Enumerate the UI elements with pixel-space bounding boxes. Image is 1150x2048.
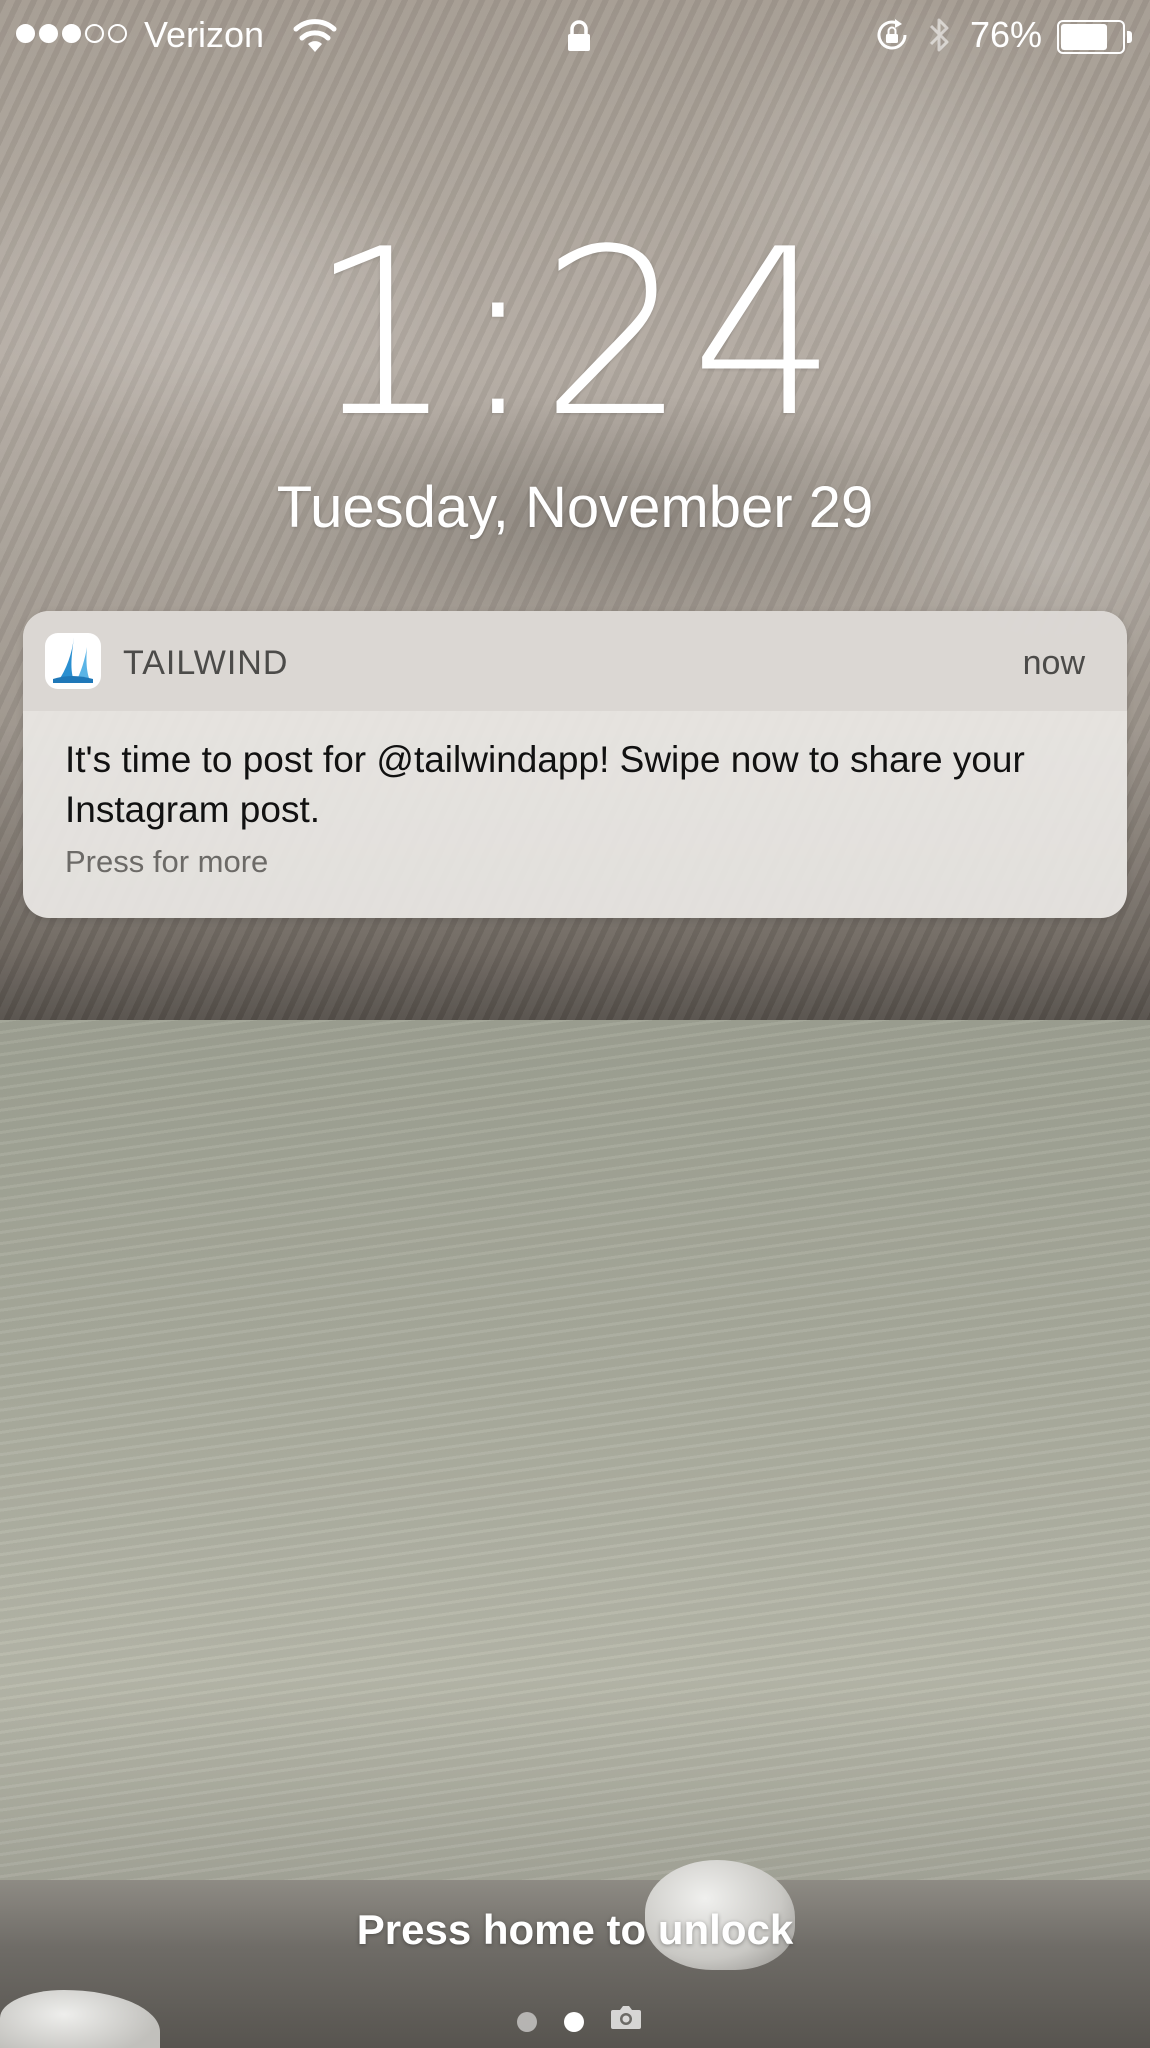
camera-icon[interactable] — [610, 2004, 642, 2030]
wifi-icon — [293, 19, 337, 52]
signal-dot — [16, 24, 35, 43]
notification-app-name: TAILWIND — [123, 644, 289, 682]
page-indicator — [0, 2006, 1150, 2036]
battery-tip — [1127, 31, 1132, 43]
wallpaper-river — [0, 1020, 1150, 1900]
notification-header: TAILWIND now — [23, 611, 1127, 711]
lock-screen-clock: 1:24 — [308, 201, 842, 468]
page-dot[interactable] — [517, 2012, 537, 2032]
unlock-hint: Press home to unlock — [356, 1906, 794, 1953]
notification-message: It's time to post for @tailwindapp! Swip… — [65, 739, 1025, 830]
rotation-lock-icon — [877, 19, 907, 50]
bluetooth-icon — [929, 18, 949, 52]
battery-icon — [1057, 20, 1132, 54]
battery-percentage: 76% — [970, 14, 1043, 55]
page-dot-current[interactable] — [564, 2012, 584, 2032]
signal-dot — [39, 24, 58, 43]
battery-fill — [1061, 24, 1107, 50]
signal-dot — [108, 24, 127, 43]
lock-icon — [568, 20, 590, 51]
status-bar: Verizon 76% — [0, 0, 1150, 70]
tailwind-app-icon — [45, 633, 101, 689]
signal-dot — [62, 24, 81, 43]
notification-time: now — [1022, 644, 1085, 682]
notification-press-for-more: Press for more — [65, 844, 269, 879]
lock-screen-date: Tuesday, November 29 — [276, 475, 874, 540]
signal-dot — [85, 24, 104, 43]
carrier-name: Verizon — [144, 14, 265, 55]
notification-card[interactable]: TAILWIND now It's time to post for @tail… — [23, 611, 1127, 918]
signal-strength-indicator — [16, 24, 127, 43]
